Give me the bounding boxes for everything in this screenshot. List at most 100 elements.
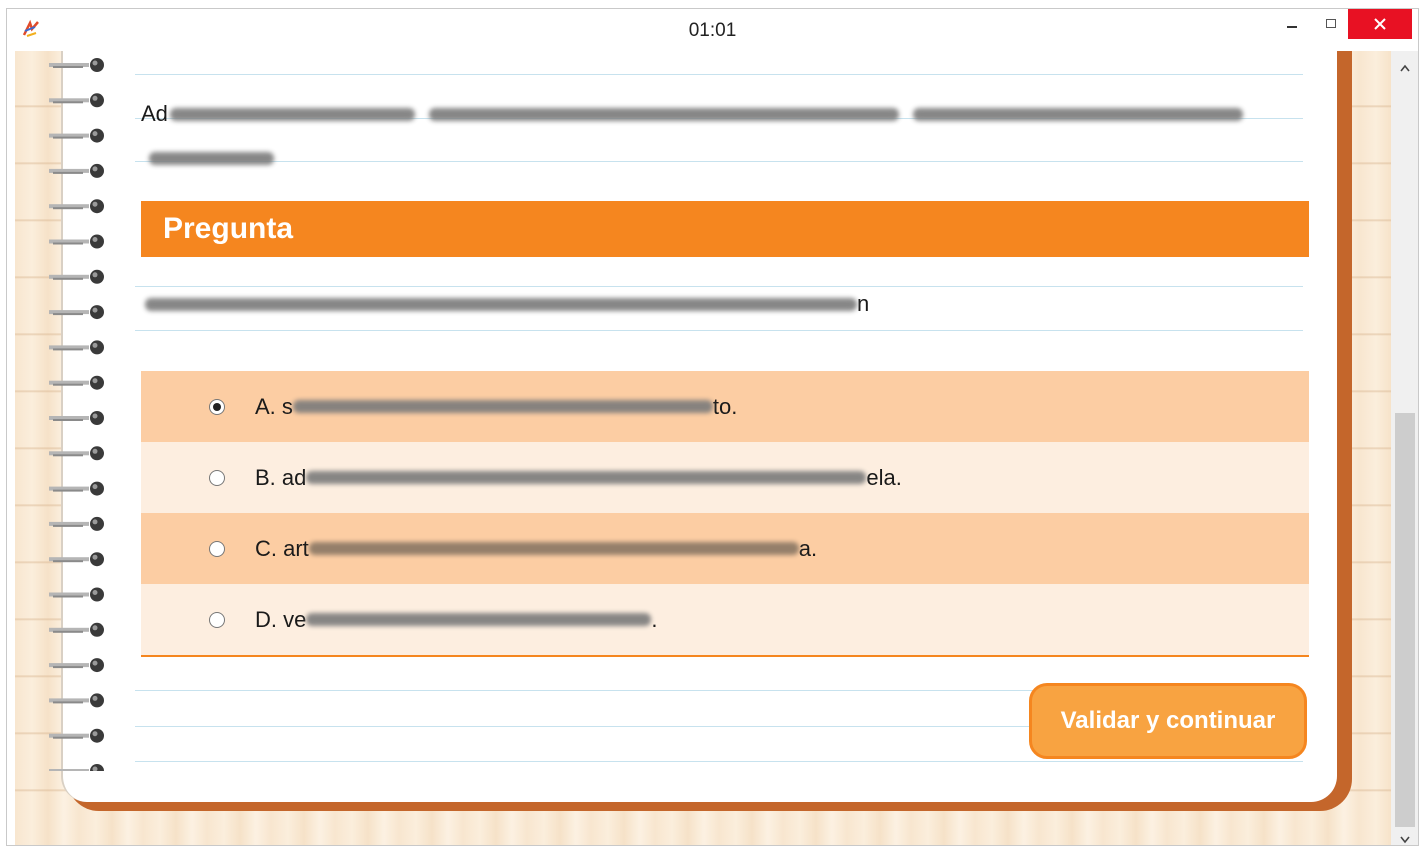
spiral-ring-hole (90, 728, 104, 743)
spiral-ring-hole (90, 587, 104, 602)
spiral-ring-highlight (92, 660, 98, 666)
spiral-wire-shadow (53, 454, 83, 457)
intro-text-start: Ad (141, 101, 168, 126)
redacted-text (912, 107, 1243, 121)
scroll-thumb[interactable] (1395, 413, 1415, 827)
chevron-up-icon[interactable] (1391, 57, 1418, 79)
spiral-ring-hole (90, 305, 104, 320)
option-text-start: A. s (255, 393, 293, 419)
option-text-end: . (651, 606, 658, 632)
spiral-ring-highlight (92, 166, 98, 172)
minimize-icon (1287, 26, 1297, 28)
chevron-down-icon[interactable] (1391, 829, 1418, 845)
spiral-ring-highlight (92, 695, 98, 701)
spiral-wire-shadow (53, 666, 83, 669)
spiral-ring-highlight (92, 484, 98, 490)
spiral-ring-highlight (92, 448, 98, 454)
spiral-wire-shadow (53, 313, 83, 316)
spiral-ring-highlight (92, 378, 98, 384)
redacted-text (308, 542, 799, 555)
spiral-wire-shadow (53, 595, 83, 598)
spiral-ring-highlight (92, 201, 98, 207)
maximize-icon (1326, 19, 1336, 28)
maximize-button[interactable] (1315, 9, 1347, 39)
question-text-end: n (857, 291, 870, 316)
spiral-ring-highlight (92, 95, 98, 101)
redacted-text (169, 107, 415, 121)
close-button[interactable] (1348, 9, 1412, 39)
option-text-start: C. art (255, 535, 309, 561)
ruled-line (135, 74, 1303, 75)
option-label: C. art a. (255, 536, 817, 562)
window-title: 01:01 (688, 20, 737, 41)
option-text-end: ela. (866, 464, 902, 490)
spiral-ring-hole (90, 340, 104, 355)
spiral-wire-shadow (53, 701, 83, 704)
option-text-end: to. (712, 393, 738, 419)
lesson-intro-text: Ad (141, 92, 1251, 180)
spiral-ring-hole (90, 93, 104, 108)
radio-button-icon[interactable] (209, 469, 225, 486)
spiral-ring-hole (90, 693, 104, 708)
spiral-ring-hole (90, 199, 104, 214)
spiral-ring-hole (90, 446, 104, 461)
spiral-ring-highlight (92, 342, 98, 348)
spiral-wire-shadow (53, 348, 83, 351)
radio-button-icon[interactable] (209, 540, 225, 557)
redacted-text (306, 471, 867, 484)
spiral-ring-highlight (92, 625, 98, 631)
spiral-wire-shadow (53, 419, 83, 421)
spiral-ring-hole (90, 58, 104, 72)
vertical-scrollbar[interactable] (1391, 51, 1418, 845)
spiral-ring-highlight (92, 60, 98, 66)
question-text: n (145, 291, 869, 317)
redacted-text (145, 297, 857, 311)
option-label: D. ve . (255, 607, 657, 633)
redacted-text (149, 151, 274, 165)
spiral-ring-highlight (92, 590, 98, 595)
spiral-wire-shadow (53, 560, 83, 563)
spiral-ring-highlight (92, 272, 98, 278)
radio-button-icon[interactable] (209, 398, 225, 415)
option-text-end: a. (798, 535, 818, 561)
title-bar[interactable]: 01:01 (7, 9, 1418, 51)
spiral-ring-highlight (92, 131, 98, 137)
ruled-line (135, 286, 1303, 287)
redacted-text (292, 400, 713, 413)
option-c[interactable]: C. art a. (141, 513, 1309, 584)
spiral-wire-shadow (53, 242, 83, 245)
spiral-ring-highlight (92, 307, 98, 313)
spiral-wire (49, 769, 89, 771)
app-window: 01:01 Ad Pregunta n A. s to. B. ad ela. … (6, 8, 1419, 846)
radio-button-icon[interactable] (209, 611, 225, 628)
spiral-wire-shadow (53, 630, 83, 633)
spiral-wire-shadow (53, 277, 83, 280)
spiral-ring-hole (90, 411, 104, 425)
redacted-text (428, 107, 899, 121)
spiral-ring-hole (90, 516, 104, 531)
option-d[interactable]: D. ve . (141, 584, 1309, 655)
spiral-wire-shadow (53, 101, 83, 104)
spiral-ring-hole (90, 658, 104, 673)
spiral-ring-highlight (92, 519, 98, 525)
redacted-text (306, 613, 652, 626)
option-b[interactable]: B. ad ela. (141, 442, 1309, 513)
close-icon (1374, 18, 1386, 30)
option-label: A. s to. (255, 394, 737, 420)
spiral-ring-highlight (92, 731, 98, 737)
option-a[interactable]: A. s to. (141, 371, 1309, 442)
validate-continue-button[interactable]: Validar y continuar (1029, 683, 1307, 759)
spiral-wire-shadow (53, 171, 83, 174)
option-text-start: B. ad (255, 464, 307, 490)
spiral-wire-shadow (53, 383, 83, 386)
spiral-ring-highlight (92, 413, 98, 419)
spiral-ring-hole (90, 234, 104, 249)
ruled-line (135, 761, 1303, 762)
spiral-wire-shadow (53, 524, 83, 527)
spiral-binding-icon (49, 58, 104, 771)
ruled-line (135, 330, 1303, 331)
minimize-button[interactable] (1269, 9, 1315, 39)
option-label: B. ad ela. (255, 465, 902, 491)
question-header: Pregunta (141, 201, 1309, 257)
spiral-ring-hole (90, 481, 104, 496)
